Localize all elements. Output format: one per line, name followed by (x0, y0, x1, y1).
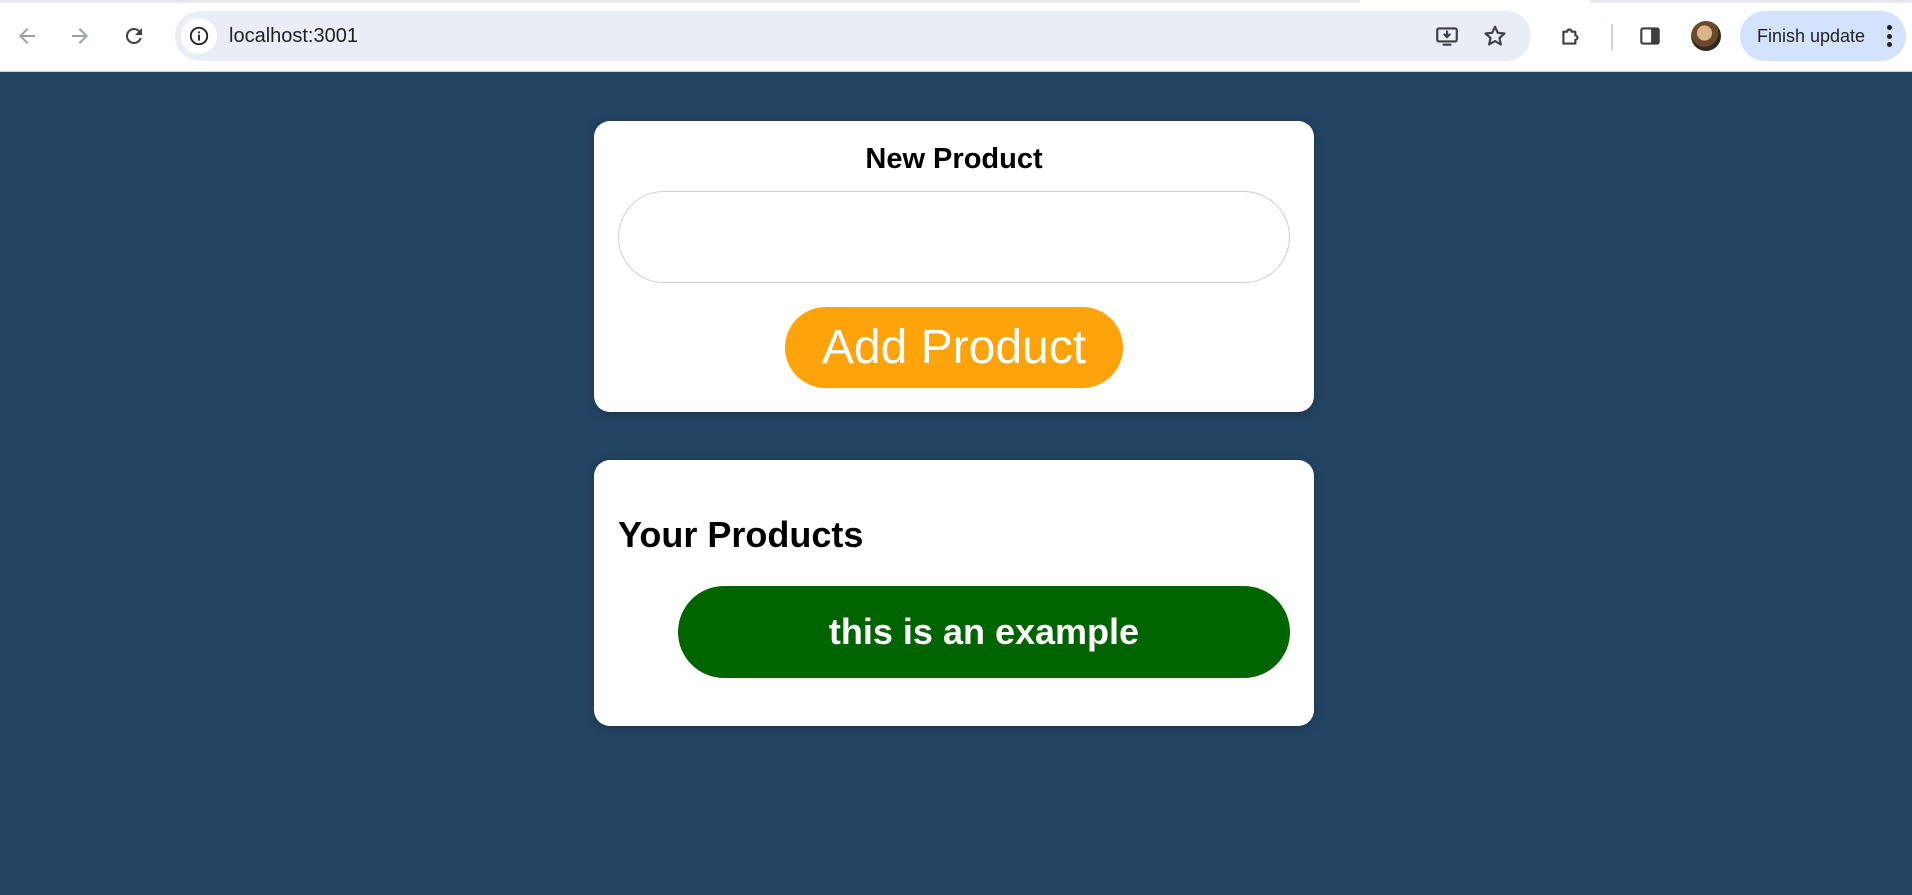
product-item[interactable]: this is an example (678, 586, 1290, 678)
address-bar[interactable]: localhost:3001 (175, 11, 1531, 61)
avatar[interactable] (1691, 21, 1721, 51)
url-text[interactable]: localhost:3001 (229, 25, 358, 48)
bookmark-button[interactable] (1481, 22, 1509, 50)
reload-button[interactable] (116, 18, 152, 54)
product-name-input[interactable] (618, 191, 1290, 283)
extensions-button[interactable] (1553, 18, 1589, 54)
toolbar-divider (1611, 24, 1613, 50)
forward-button[interactable] (62, 18, 98, 54)
tab-strip-edge (0, 0, 1360, 3)
new-product-card: New Product Add Product (594, 121, 1314, 412)
finish-update-button[interactable]: Finish update (1740, 11, 1906, 61)
star-icon (1484, 25, 1506, 46)
reload-icon (125, 27, 142, 44)
install-app-button[interactable] (1433, 22, 1461, 50)
products-title: Your Products (618, 514, 864, 555)
products-card: Your Products this is an example (594, 460, 1314, 726)
arrow-right-icon (72, 28, 88, 44)
kebab-menu-icon (1886, 25, 1892, 47)
side-panel-icon (1640, 27, 1660, 45)
arrow-left-icon (19, 28, 35, 44)
tab-strip-edge-right (1590, 0, 1912, 3)
add-product-button[interactable]: Add Product (785, 307, 1123, 388)
finish-update-label: Finish update (1757, 25, 1866, 46)
info-icon (189, 26, 209, 46)
site-info-button[interactable] (181, 18, 217, 54)
puzzle-icon (1562, 28, 1579, 45)
new-product-title: New Product (865, 143, 1043, 175)
install-app-icon (1436, 27, 1458, 46)
back-button[interactable] (9, 18, 45, 54)
browser-toolbar: localhost:3001 Finish update (0, 0, 1912, 72)
side-panel-button[interactable] (1632, 18, 1668, 54)
